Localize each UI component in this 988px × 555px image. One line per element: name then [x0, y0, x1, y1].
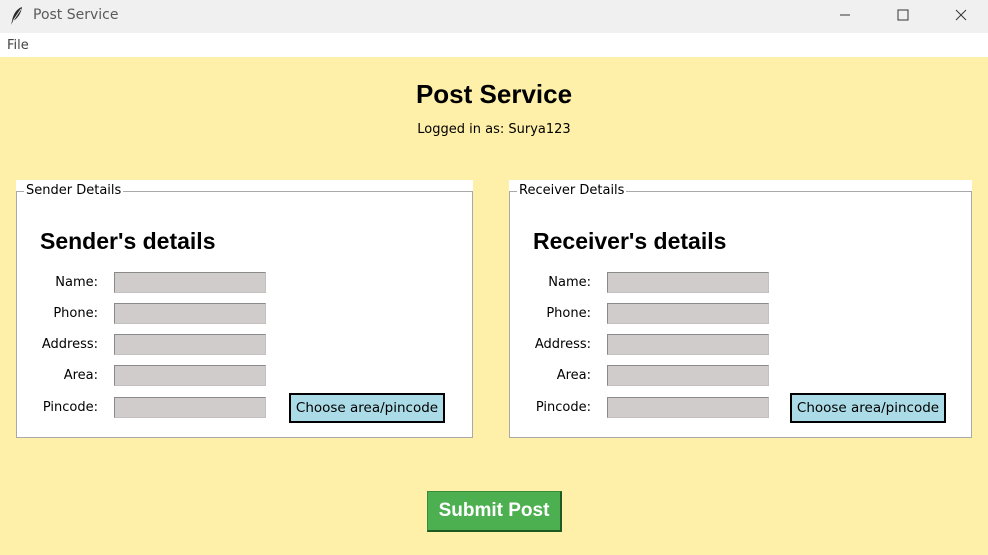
maximize-button[interactable] — [880, 0, 926, 30]
logged-in-status: Logged in as: Surya123 — [417, 122, 571, 137]
receiver-address-label: Address: — [534, 337, 591, 352]
page-title: Post Service — [415, 79, 573, 109]
sender-choose-area-button[interactable]: Choose area/pincode — [289, 393, 445, 423]
receiver-name-input[interactable] — [607, 272, 769, 293]
receiver-address-input[interactable] — [607, 334, 769, 355]
receiver-name-label: Name: — [548, 275, 591, 290]
sender-area-input[interactable] — [114, 365, 266, 386]
receiver-phone-label: Phone: — [546, 306, 591, 321]
menu-file[interactable]: File — [7, 38, 29, 53]
close-button[interactable] — [938, 0, 984, 30]
receiver-pincode-input[interactable] — [607, 397, 769, 418]
main-area: Post Service Logged in as: Surya123 Send… — [0, 57, 988, 555]
title-bar: Post Service — [0, 0, 988, 33]
receiver-area-input[interactable] — [607, 365, 769, 386]
feather-icon — [8, 6, 26, 26]
sender-area-label: Area: — [63, 368, 98, 383]
sender-frame-label: Sender Details — [24, 183, 124, 198]
receiver-area-label: Area: — [556, 368, 591, 383]
sender-pincode-input[interactable] — [114, 397, 266, 418]
receiver-pincode-label: Pincode: — [535, 400, 591, 415]
minimize-button[interactable] — [822, 0, 868, 30]
sender-address-input[interactable] — [114, 334, 266, 355]
minimize-icon — [840, 14, 850, 16]
sender-phone-label: Phone: — [53, 306, 98, 321]
menu-bar: File — [0, 33, 988, 57]
maximize-icon — [897, 9, 909, 21]
close-icon — [955, 9, 967, 21]
sender-pincode-label: Pincode: — [42, 400, 98, 415]
submit-post-button[interactable]: Submit Post — [427, 491, 562, 532]
sender-phone-input[interactable] — [114, 303, 266, 324]
receiver-panel: Receiver Details Receiver's details Name… — [509, 180, 972, 438]
sender-name-label: Name: — [55, 275, 98, 290]
receiver-frame-label: Receiver Details — [517, 183, 627, 198]
sender-title: Sender's details — [40, 228, 216, 254]
sender-panel: Sender Details Sender's details Name: Ph… — [16, 180, 473, 438]
receiver-phone-input[interactable] — [607, 303, 769, 324]
receiver-title: Receiver's details — [533, 228, 727, 254]
receiver-choose-area-button[interactable]: Choose area/pincode — [790, 393, 946, 423]
sender-name-input[interactable] — [114, 272, 266, 293]
window-title: Post Service — [33, 7, 119, 23]
sender-address-label: Address: — [41, 337, 98, 352]
